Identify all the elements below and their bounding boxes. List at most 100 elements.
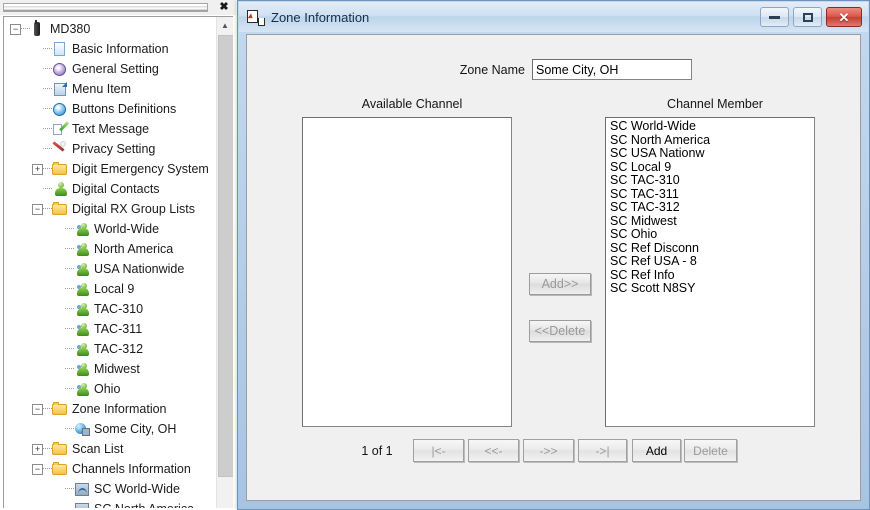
delete-record-button[interactable]: Delete xyxy=(684,439,737,462)
tree-item[interactable]: World-Wide xyxy=(4,219,216,239)
tree-item[interactable]: SC World-Wide xyxy=(4,479,216,499)
add-channel-button[interactable]: Add>> xyxy=(529,273,591,295)
tree-item[interactable]: Local 9 xyxy=(4,279,216,299)
tree-item[interactable]: Basic Information xyxy=(4,39,216,59)
tree-item[interactable]: TAC-312 xyxy=(4,339,216,359)
tree-item[interactable]: Digital Contacts xyxy=(4,179,216,199)
delete-channel-button[interactable]: <<Delete xyxy=(529,320,591,342)
collapse-icon[interactable]: − xyxy=(10,23,21,35)
nav-next-button[interactable]: ->> xyxy=(523,439,574,462)
page-indicator: 1 of 1 xyxy=(361,444,393,458)
channel-member-listbox[interactable]: SC World-Wide SC North America SC USA Nati… xyxy=(605,117,815,427)
tree-item[interactable]: − Zone Information xyxy=(4,399,216,419)
tree-item[interactable]: SC North America xyxy=(4,499,216,508)
tree-connector xyxy=(65,348,74,350)
channel-member-item[interactable]: SC Midwest xyxy=(606,214,814,229)
group-icon xyxy=(74,361,90,377)
minimize-button[interactable] xyxy=(760,7,789,27)
menu-item-icon-glyph xyxy=(54,82,67,96)
zone-information-dialog: Zone Information ✕ Zone Name Available C… xyxy=(237,0,870,510)
channel-member-item[interactable]: SC North America xyxy=(606,133,814,148)
scroll-up-icon[interactable]: ▲ xyxy=(217,17,233,34)
gear-icon-glyph xyxy=(53,63,66,76)
expand-icon[interactable]: + xyxy=(32,443,43,455)
folder-icon xyxy=(52,461,68,477)
tree-item[interactable]: USA Nationwide xyxy=(4,259,216,279)
channel-member-item[interactable]: SC USA Nationw xyxy=(606,146,814,161)
zone-information-icon xyxy=(247,9,265,26)
channel-member-item[interactable]: SC Ohio xyxy=(606,227,814,242)
nav-previous-button[interactable]: <<- xyxy=(468,439,519,462)
codeplug-tree-panel: ✖ − MD380 Basic Information General Setting… xyxy=(0,0,236,510)
tree-item-label: Basic Information xyxy=(72,42,169,56)
tree-expander-spacer xyxy=(54,364,65,375)
tree-expander-spacer xyxy=(32,44,43,55)
expand-icon[interactable]: + xyxy=(32,163,43,175)
tree-connector xyxy=(65,248,74,250)
close-button[interactable]: ✕ xyxy=(826,7,862,27)
channel-member-item[interactable]: SC Ref Disconn xyxy=(606,241,814,256)
tree-connector xyxy=(43,108,52,110)
tree-item[interactable]: Midwest xyxy=(4,359,216,379)
tree-item[interactable]: + Scan List xyxy=(4,439,216,459)
tree-item[interactable]: − Digital RX Group Lists xyxy=(4,199,216,219)
tree-item[interactable]: − MD380 xyxy=(4,19,216,39)
nav-last-button[interactable]: ->| xyxy=(578,439,627,462)
tree-horizontal-scrollbar[interactable] xyxy=(3,3,208,12)
tree-item[interactable]: Buttons Definitions xyxy=(4,99,216,119)
tree-item-label: Privacy Setting xyxy=(72,142,156,156)
dialog-titlebar[interactable]: Zone Information ✕ xyxy=(239,2,868,32)
tree-item[interactable]: Privacy Setting xyxy=(4,139,216,159)
tree-expander-spacer xyxy=(54,304,65,315)
tree-item[interactable]: + Digit Emergency System xyxy=(4,159,216,179)
close-panel-icon[interactable]: ✖ xyxy=(215,0,233,15)
tree-connector xyxy=(43,468,52,470)
dialog-title: Zone Information xyxy=(271,9,370,25)
tree-item-label: Digital Contacts xyxy=(72,182,160,196)
pencil-note-icon xyxy=(52,121,68,137)
channel-member-label: Channel Member xyxy=(667,97,763,111)
channel-member-item[interactable]: SC TAC-310 xyxy=(606,173,814,188)
document-icon-glyph xyxy=(54,42,65,56)
add-record-button[interactable]: Add xyxy=(632,439,681,462)
channel-member-item[interactable]: SC Scott N8SY xyxy=(606,281,814,296)
tree-item[interactable]: General Setting xyxy=(4,59,216,79)
tree-item-label: Text Message xyxy=(72,122,150,136)
tree-item-label: Menu Item xyxy=(72,82,132,96)
tree-item[interactable]: Some City, OH xyxy=(4,419,216,439)
maximize-button[interactable] xyxy=(793,7,822,27)
tree-connector xyxy=(43,408,52,410)
tree-item[interactable]: Ohio xyxy=(4,379,216,399)
available-channel-listbox[interactable] xyxy=(302,117,512,427)
channel-member-item[interactable]: SC Ref Info xyxy=(606,268,814,283)
group-icon-glyph xyxy=(75,302,90,316)
tree-expander-spacer xyxy=(54,224,65,235)
channel-member-item[interactable]: SC Ref USA - 8 xyxy=(606,254,814,269)
channel-member-item[interactable]: SC World-Wide xyxy=(606,119,814,134)
tree-expander-spacer xyxy=(32,84,43,95)
gear-icon xyxy=(52,61,68,77)
scrollbar-thumb[interactable] xyxy=(218,35,233,477)
channel-member-item[interactable]: SC TAC-311 xyxy=(606,187,814,202)
group-icon xyxy=(74,221,90,237)
tree-connector xyxy=(65,308,74,310)
tree-item[interactable]: North America xyxy=(4,239,216,259)
tree-item-label: Zone Information xyxy=(72,402,167,416)
tree-vertical-scrollbar[interactable]: ▲ xyxy=(216,17,233,508)
tree-splitter-bar-container: ✖ xyxy=(0,0,236,15)
collapse-icon[interactable]: − xyxy=(32,203,43,215)
tree-item[interactable]: Menu Item xyxy=(4,79,216,99)
channel-member-item[interactable]: SC Local 9 xyxy=(606,160,814,175)
tree-expander-spacer xyxy=(54,384,65,395)
group-icon-glyph xyxy=(75,262,90,276)
nav-first-button[interactable]: |<- xyxy=(413,439,464,462)
tree-item[interactable]: Text Message xyxy=(4,119,216,139)
tree-connector xyxy=(65,388,74,390)
collapse-icon[interactable]: − xyxy=(32,403,43,415)
zone-name-input[interactable] xyxy=(532,59,692,80)
tree-item[interactable]: TAC-310 xyxy=(4,299,216,319)
tree-item[interactable]: − Channels Information xyxy=(4,459,216,479)
collapse-icon[interactable]: − xyxy=(32,463,43,475)
tree-item[interactable]: TAC-311 xyxy=(4,319,216,339)
channel-member-item[interactable]: SC TAC-312 xyxy=(606,200,814,215)
